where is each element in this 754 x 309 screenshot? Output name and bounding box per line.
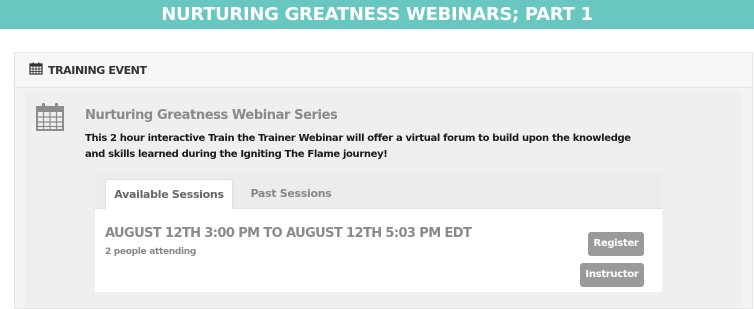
event-description: This 2 hour interactive Train the Traine…	[85, 133, 631, 160]
training-event-card: TRAINING EVENT Nurturing Greatness Webin…	[14, 52, 753, 309]
session-tabs: Available Sessions Past Sessions	[95, 172, 662, 210]
tab-past-sessions[interactable]: Past Sessions	[241, 179, 341, 209]
session-item: AUGUST 12TH 3:00 PM TO AUGUST 12TH 5:03 …	[95, 209, 662, 292]
page-title-banner: NURTURING GREATNESS WEBINARS; PART 1	[0, 0, 754, 29]
tab-available-sessions[interactable]: Available Sessions	[105, 179, 233, 210]
sessions-panel: Available Sessions Past Sessions AUGUST …	[95, 172, 662, 292]
event-panel: Nurturing Greatness Webinar Series This …	[25, 92, 742, 307]
event-title: Nurturing Greatness Webinar Series	[85, 108, 338, 123]
register-button[interactable]: Register	[588, 232, 644, 256]
calendar-icon	[29, 62, 43, 80]
section-label: TRAINING EVENT	[48, 63, 147, 77]
session-time: AUGUST 12TH 3:00 PM TO AUGUST 12TH 5:03 …	[105, 226, 472, 241]
calendar-icon	[35, 102, 65, 137]
instructor-button[interactable]: Instructor	[580, 263, 644, 287]
session-attendance: 2 people attending	[105, 247, 197, 257]
card-header: TRAINING EVENT	[15, 53, 752, 88]
